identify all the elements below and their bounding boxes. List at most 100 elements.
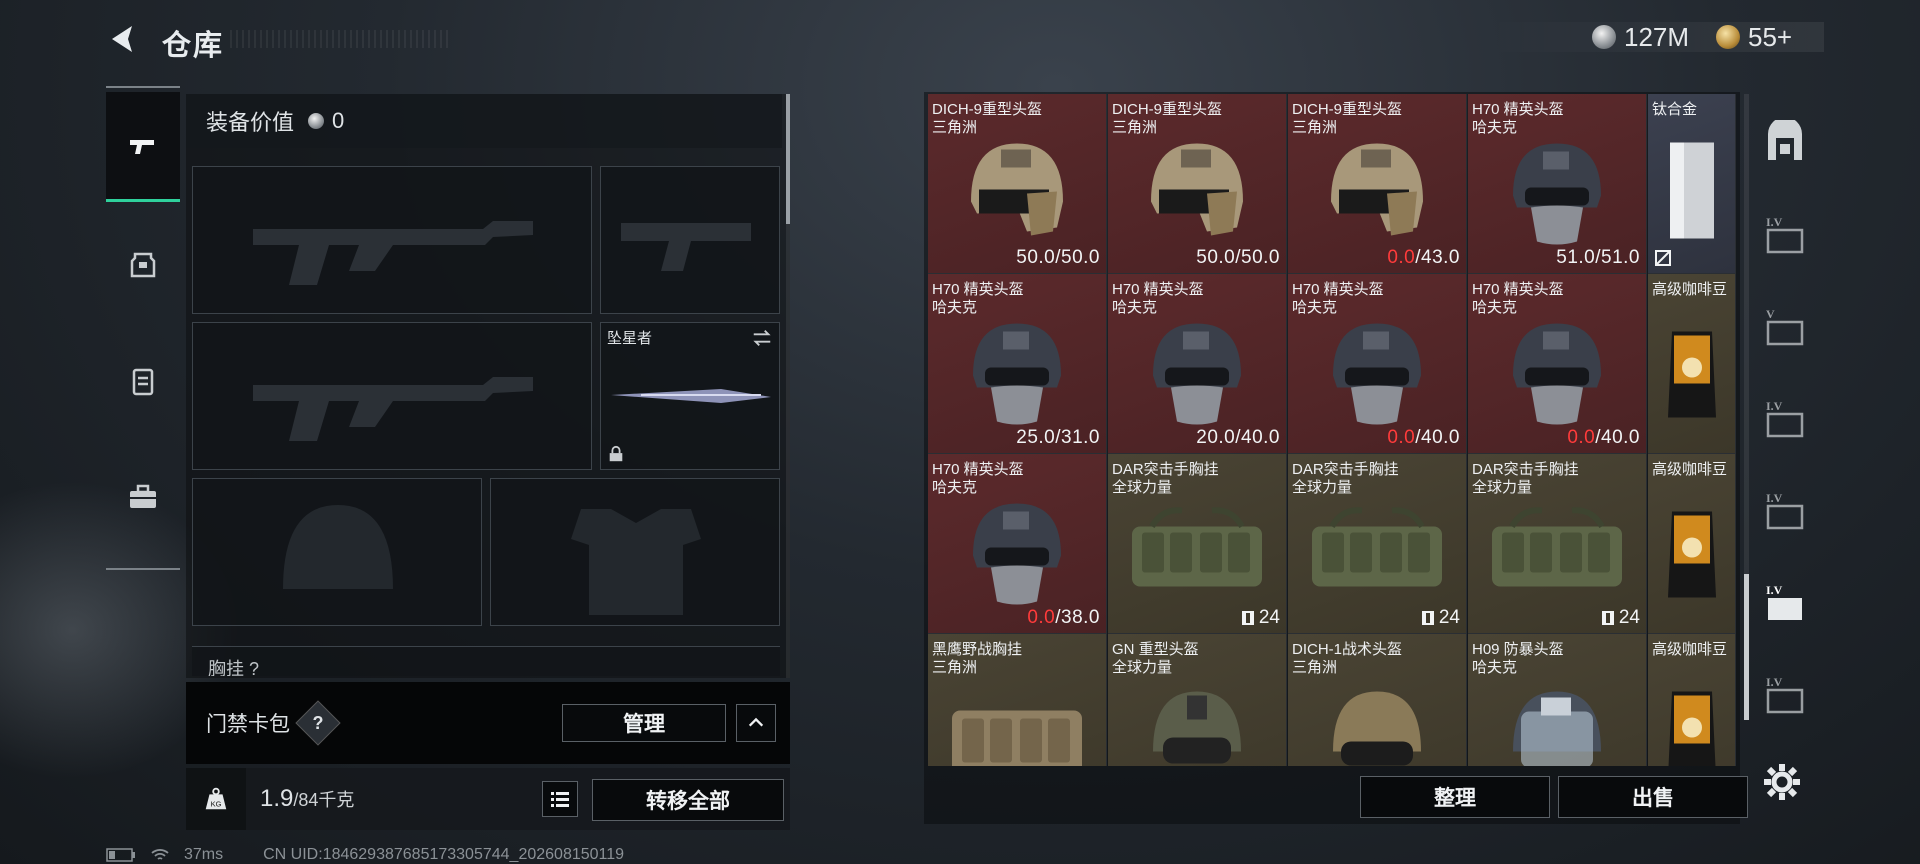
coffee-icon — [1666, 682, 1718, 766]
currency-silver[interactable]: 127M — [1592, 20, 1689, 54]
durability-current: 51.0 — [1556, 247, 1596, 268]
inventory-item[interactable]: H70 精英头盔 哈夫克 0.0/40.0 — [1288, 274, 1467, 454]
inventory-item[interactable]: H70 精英头盔 哈夫克 51.0/51.0 — [1468, 94, 1647, 274]
durability-max: /51.0 — [1595, 247, 1640, 268]
tab-helmet[interactable] — [106, 210, 180, 320]
manage-button[interactable]: 管理 — [562, 704, 726, 742]
rig-green-icon — [1122, 497, 1272, 612]
silver-coin-icon — [308, 113, 325, 129]
storage-box-5-icon[interactable]: I.V — [1762, 580, 1808, 626]
inventory-item[interactable]: DICH-9重型头盔 三角洲 50.0/50.0 — [928, 94, 1107, 274]
item-durability: 20.0/40.0 — [1196, 427, 1280, 449]
durability-current: 0.0 — [1387, 247, 1416, 268]
item-durability: 0.0/40.0 — [1567, 427, 1640, 449]
svg-text:KG: KG — [211, 799, 222, 808]
helmet-tan-icon — [1137, 132, 1257, 257]
capacity-icon — [1601, 611, 1614, 625]
help-button[interactable]: ? — [295, 700, 341, 746]
svg-text:V: V — [1766, 307, 1775, 321]
item-durability: 50.0/50.0 — [1196, 247, 1280, 269]
inventory-item[interactable]: DICH-1战术头盔 三角洲 — [1288, 634, 1467, 766]
durability-max: /31.0 — [1055, 427, 1100, 448]
lock-icon — [609, 445, 623, 462]
melee-slot[interactable]: 坠星者 — [600, 322, 780, 470]
inventory-item[interactable]: H09 防暴头盔 哈夫克 — [1468, 634, 1647, 766]
inventory-item[interactable]: DAR突击手胸挂 全球力量 24 — [1468, 454, 1647, 634]
helmet-grey-icon — [957, 312, 1077, 437]
sort-button[interactable]: 整理 — [1360, 776, 1550, 818]
rig-tan-icon — [942, 677, 1092, 766]
item-durability: 25.0/31.0 — [1016, 427, 1100, 449]
helmet-slot[interactable] — [192, 478, 482, 626]
item-faction: 三角洲 — [1292, 659, 1338, 676]
settings-gear-icon[interactable] — [1762, 762, 1802, 802]
tab-weapons[interactable] — [106, 92, 180, 202]
inventory-item[interactable]: H70 精英头盔 哈夫克 25.0/31.0 — [928, 274, 1107, 454]
back-button[interactable] — [106, 22, 140, 56]
rig-green-icon — [1302, 497, 1452, 612]
svg-text:I.V: I.V — [1766, 583, 1783, 597]
armor-icon — [130, 252, 156, 278]
inventory-item[interactable]: 高级咖啡豆 — [1648, 274, 1736, 454]
keycard-bag-label: 门禁卡包 — [206, 713, 290, 736]
chest-rig-section-label: 胸挂 ? — [192, 646, 780, 676]
capacity-icon — [1241, 611, 1254, 625]
durability-max: /40.0 — [1235, 427, 1280, 448]
primary-weapon-slot[interactable] — [192, 166, 592, 314]
durability-current: 50.0 — [1196, 247, 1236, 268]
armor-slot[interactable] — [490, 478, 780, 626]
inventory-item[interactable]: H70 精英头盔 哈夫克 0.0/38.0 — [928, 454, 1107, 634]
inventory-item[interactable]: GN 重型头盔 全球力量 — [1108, 634, 1287, 766]
storage-box-3-icon[interactable]: I.V — [1762, 396, 1808, 442]
transfer-all-button[interactable]: 转移全部 — [592, 779, 784, 821]
durability-max: /38.0 — [1055, 607, 1100, 628]
storage-home-icon[interactable] — [1762, 120, 1808, 166]
item-faction: 哈夫克 — [1472, 659, 1518, 676]
inventory-item[interactable]: DICH-9重型头盔 三角洲 50.0/50.0 — [1108, 94, 1287, 274]
item-capacity: 24 — [1421, 607, 1460, 629]
item-durability: 50.0/50.0 — [1016, 247, 1100, 269]
helmet-silhouette-icon — [283, 505, 393, 589]
inventory-item[interactable]: 高级咖啡豆 — [1648, 454, 1736, 634]
inventory-item[interactable]: H70 精英头盔 哈夫克 0.0/40.0 — [1468, 274, 1647, 454]
pistol-icon — [130, 139, 154, 154]
item-faction: 哈夫克 — [1472, 119, 1518, 136]
inventory-item[interactable]: DICH-9重型头盔 三角洲 0.0/43.0 — [1288, 94, 1467, 274]
item-faction: 三角洲 — [932, 119, 978, 136]
tab-backpack[interactable] — [106, 326, 180, 436]
durability-current: 0.0 — [1387, 427, 1416, 448]
item-faction: 哈夫克 — [932, 479, 978, 496]
no-trade-icon — [1655, 250, 1671, 266]
inventory-item[interactable]: 钛合金 — [1648, 94, 1736, 274]
silver-coin-icon — [1592, 25, 1616, 49]
inventory-item[interactable]: H70 精英头盔 哈夫克 20.0/40.0 — [1108, 274, 1287, 454]
loadout-scrollbar[interactable] — [786, 94, 790, 678]
storage-box-4-icon[interactable]: I.V — [1762, 488, 1808, 534]
secondary-weapon-slot[interactable] — [600, 166, 780, 314]
inventory-item[interactable]: 高级咖啡豆 — [1648, 634, 1736, 766]
item-name: 高级咖啡豆 — [1652, 641, 1728, 658]
list-view-button[interactable] — [542, 781, 578, 817]
primary-weapon-slot-2[interactable] — [192, 322, 592, 470]
storage-box-1-icon[interactable]: I.V — [1762, 212, 1808, 258]
item-faction: 全球力量 — [1472, 479, 1533, 496]
item-faction: 哈夫克 — [932, 299, 978, 316]
inventory-item[interactable]: DAR突击手胸挂 全球力量 24 — [1108, 454, 1287, 634]
storage-box-6-icon[interactable]: I.V — [1762, 672, 1808, 718]
item-faction: 全球力量 — [1112, 659, 1173, 676]
inventory-item[interactable]: DAR突击手胸挂 全球力量 24 — [1288, 454, 1467, 634]
storage-box-2-icon[interactable]: V — [1762, 304, 1808, 350]
helmet-grey-icon — [1497, 312, 1617, 437]
coffee-icon — [1666, 502, 1718, 607]
currency-gold[interactable]: 55+ — [1716, 20, 1792, 54]
sell-button[interactable]: 出售 — [1558, 776, 1748, 818]
inventory-scrollbar[interactable] — [1744, 94, 1749, 720]
tab-case[interactable] — [106, 442, 180, 552]
vest-silhouette-icon — [571, 509, 701, 615]
equip-value-label: 装备价值 — [206, 110, 295, 135]
backpack-icon — [132, 368, 154, 396]
helmet-grey-icon — [957, 492, 1077, 617]
collapse-button[interactable] — [736, 704, 776, 742]
rig-green-icon — [1482, 497, 1632, 612]
inventory-item[interactable]: 黑鹰野战胸挂 三角洲 — [928, 634, 1107, 766]
